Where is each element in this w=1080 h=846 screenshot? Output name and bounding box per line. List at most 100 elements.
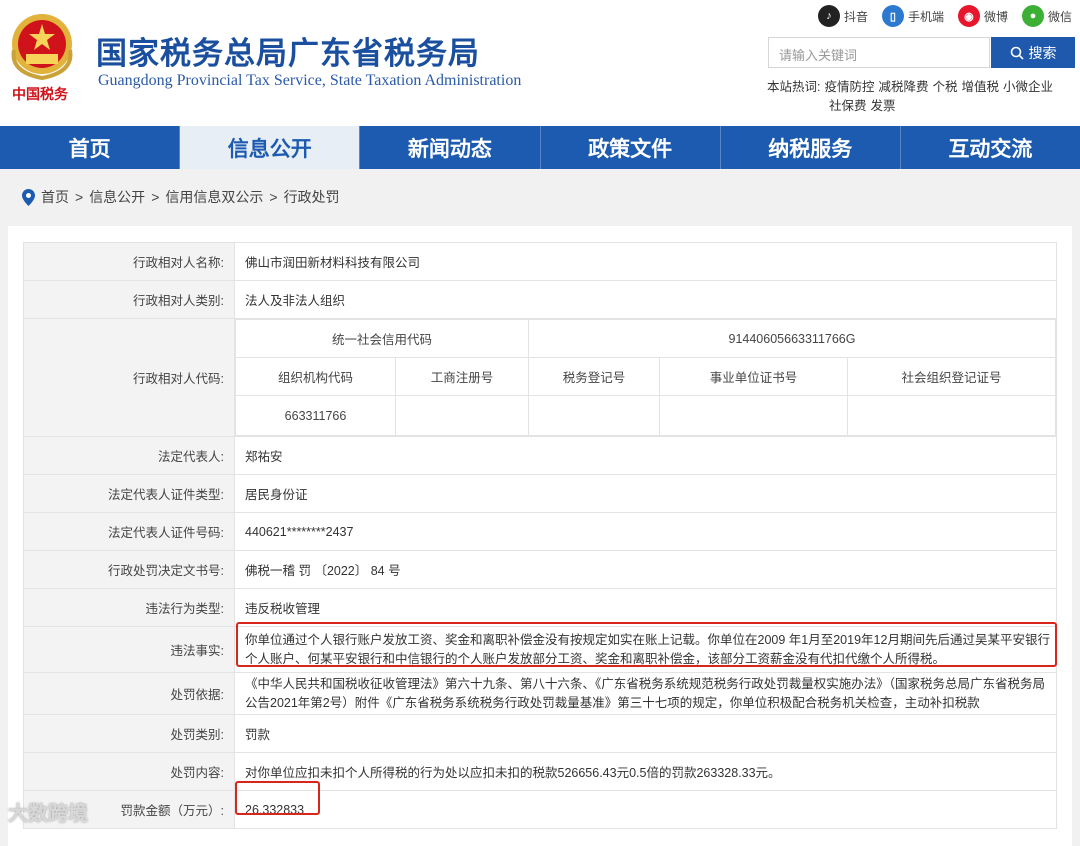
sub-value [847,395,1056,436]
slogan: 中国税务 [12,87,68,103]
top-link-label: 手机端 [907,9,944,24]
tiktok-icon: ♪ [817,5,840,27]
field-value-rep: 郑祐安 [234,436,1057,475]
field-value-basis: 《中华人民共和国税收征收管理法》第六十九条、第八十六条、《广东省税务系统规范税务… [234,672,1057,715]
nav-item-home[interactable]: 首页 [0,126,181,169]
search-button[interactable]: 搜索 [991,37,1075,68]
sub-header: 组织机构代码 [235,357,396,396]
nav-item-policy[interactable]: 政策文件 [541,126,721,169]
breadcrumb-item[interactable]: 信息公开 [89,187,145,207]
table-row: 处罚内容: 对你单位应扣未扣个人所得税的行为处以应扣未扣的税款526656.43… [23,752,1057,791]
tax-emblem-icon [11,14,73,81]
hot-words: 本站热词: 疫情防控 减税降费 个税 增值税 小微企业 社保费 发票 [767,78,1072,116]
field-value-id-no: 440621********2437 [234,512,1057,551]
field-value-facts: 你单位通过个人银行账户发放工资、奖金和离职补偿金没有按规定如实在账上记载。你单位… [234,626,1057,673]
breadcrumb: 首页 > 信息公开 > 信用信息双公示 > 行政处罚 [22,187,340,207]
field-value-id-type: 居民身份证 [234,474,1057,513]
field-label: 处罚类别: [23,714,235,753]
field-label: 违法行为类型: [23,588,235,627]
table-row: 行政处罚决定文书号: 佛税一稽 罚 〔2022〕 84 号 [23,550,1057,589]
top-link-tiktok[interactable]: ♪ 抖音 [817,5,868,27]
field-label: 法定代表人证件类型: [23,474,235,513]
breadcrumb-item[interactable]: 首页 [41,187,69,207]
sub-value [528,395,660,436]
field-label: 行政相对人代码: [23,318,235,437]
sub-value-org-code: 663311766 [235,395,396,436]
search-icon [1010,46,1024,60]
penalty-record-table: 行政相对人名称: 佛山市润田新材料科技有限公司 行政相对人类别: 法人及非法人组… [23,242,1057,829]
top-link-label: 微博 [983,9,1008,24]
breadcrumb-item[interactable]: 行政处罚 [284,187,340,207]
search-input[interactable]: 请输入关键词 [768,37,990,68]
code-subtable-cell: 统一社会信用代码 914406056633117​66G 组织机构代码 工商注册… [234,318,1057,437]
breadcrumb-separator: > [269,189,278,205]
sub-header: 工商注册号 [395,357,529,396]
watermark: 大数跨境 [8,801,88,825]
credit-code-label: 统一社会信用代码 [235,319,529,358]
location-pin-icon [22,188,35,206]
hot-word[interactable]: 小微企业 [1003,80,1053,94]
table-row: 行政相对人类别: 法人及非法人组织 [23,280,1057,319]
top-link-wechat[interactable]: ● 微信 [1021,5,1072,27]
breadcrumb-item[interactable]: 信用信息双公示 [165,187,263,207]
mobile-icon: ▯ [881,5,904,27]
sub-value [659,395,848,436]
site-header: 中国税务 国家税务总局广东省税务局 Guangdong Provincial T… [0,0,1080,126]
field-value-name: 佛山市润田新材料科技有限公司 [234,242,1057,281]
hot-word[interactable]: 增值税 [962,80,1000,94]
field-value-violation-type: 违反税收管理 [234,588,1057,627]
top-link-mobile[interactable]: ▯ 手机端 [881,5,944,27]
site-title[interactable]: 国家税务总局广东省税务局 [96,28,480,73]
table-row: 法定代表人证件号码: 440621********2437 [23,512,1057,551]
site-subtitle: Guangdong Provincial Tax Service, State … [98,72,522,89]
field-label: 违法事实: [23,626,235,673]
table-row: 处罚类别: 罚款 [23,714,1057,753]
table-row: 处罚依据: 《中华人民共和国税收征收管理法》第六十九条、第八十六条、《广东省税务… [23,672,1057,715]
field-label: 行政相对人名称: [23,242,235,281]
search-button-label: 搜索 [1028,44,1057,61]
nav-item-news[interactable]: 新闻动态 [360,126,541,169]
field-value-doc: 佛税一稽 罚 〔2022〕 84 号 [234,550,1057,589]
field-value-content: 对你单位应扣未扣个人所得税的行为处以应扣未扣的税款526656.43元0.5倍的… [234,752,1057,791]
top-links: ♪ 抖音 ▯ 手机端 ◉ 微博 ● 微信 [817,5,1072,27]
hot-word[interactable]: 发票 [871,99,896,113]
main-nav: 首页 信息公开 新闻动态 政策文件 纳税服务 互动交流 [0,126,1080,169]
sub-value [395,395,529,436]
nav-item-tax-service[interactable]: 纳税服务 [721,126,901,169]
sub-header: 社会组织登记证号 [847,357,1056,396]
table-row: 违法事实: 你单位通过个人银行账户发放工资、奖金和离职补偿金没有按规定如实在账上… [23,626,1057,673]
credit-code-value: 914406056633117​66G [528,319,1056,358]
field-label: 处罚内容: [23,752,235,791]
field-value-category: 罚款 [234,714,1057,753]
table-row: 违法行为类型: 违反税收管理 [23,588,1057,627]
top-link-weibo[interactable]: ◉ 微博 [957,5,1008,27]
field-label: 法定代表人: [23,436,235,475]
hot-word[interactable]: 疫情防控 [824,80,874,94]
top-link-label: 微信 [1047,9,1072,24]
breadcrumb-separator: > [151,189,160,205]
nav-item-info-disclosure[interactable]: 信息公开 [180,126,361,169]
table-row: 法定代表人: 郑祐安 [23,436,1057,475]
sub-header: 税务登记号 [528,357,660,396]
table-row: 罚款金额（万元）: 26.332833 [23,790,1057,829]
field-label: 行政处罚决定文书号: [23,550,235,589]
table-row: 行政相对人代码: 统一社会信用代码 914406056633117​66G 组织… [23,318,1057,437]
top-link-label: 抖音 [843,9,868,24]
field-label: 行政相对人类别: [23,280,235,319]
field-label: 处罚依据: [23,672,235,715]
field-label: 法定代表人证件号码: [23,512,235,551]
weibo-icon: ◉ [957,5,980,27]
field-value-amount: 26.332833 [234,790,1057,829]
table-row: 法定代表人证件类型: 居民身份证 [23,474,1057,513]
table-row: 行政相对人名称: 佛山市润田新材料科技有限公司 [23,242,1057,281]
nav-item-interaction[interactable]: 互动交流 [901,126,1080,169]
hot-word[interactable]: 减税降费 [879,80,929,94]
hot-word[interactable]: 个税 [933,80,958,94]
sub-header: 事业单位证书号 [659,357,848,396]
field-value-type: 法人及非法人组织 [234,280,1057,319]
wechat-icon: ● [1021,5,1044,27]
hot-word[interactable]: 社保费 [829,99,867,113]
code-subtable: 统一社会信用代码 914406056633117​66G 组织机构代码 工商注册… [235,319,1056,436]
breadcrumb-separator: > [75,189,84,205]
hot-words-label: 本站热词: [767,80,821,94]
